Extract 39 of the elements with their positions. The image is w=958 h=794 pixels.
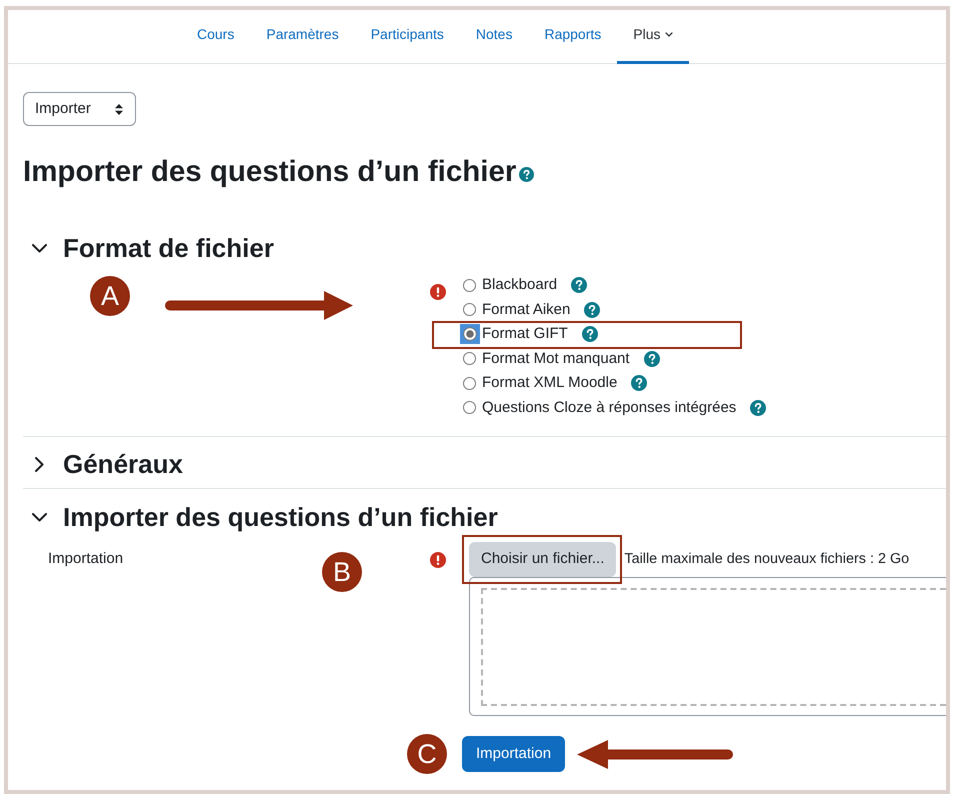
help-icon[interactable] bbox=[571, 277, 588, 294]
help-icon[interactable] bbox=[644, 350, 660, 367]
radio-label[interactable]: Blackboard bbox=[482, 274, 558, 296]
radio-button[interactable] bbox=[463, 376, 476, 390]
radio-label[interactable]: Format XML Moodle bbox=[482, 372, 618, 394]
radio-label[interactable]: Format Mot manquant bbox=[482, 348, 630, 370]
nav-tab[interactable]: Plus bbox=[617, 10, 688, 64]
help-icon[interactable] bbox=[582, 326, 598, 342]
step-marker: B bbox=[322, 552, 362, 592]
max-size-text: Taille maximale des nouveaux fichiers : 2 Go bbox=[624, 550, 910, 569]
choose-file-button[interactable]: Choisir un fichier... bbox=[469, 542, 616, 577]
nav-tab[interactable]: Cours bbox=[181, 10, 250, 64]
nav-tab[interactable]: Paramètres bbox=[250, 10, 355, 64]
chevron-down-icon bbox=[664, 32, 672, 37]
help-icon[interactable] bbox=[631, 375, 648, 392]
radio-button[interactable] bbox=[463, 278, 476, 292]
radio-button[interactable] bbox=[463, 303, 476, 316]
section-toggle[interactable]: Généraux bbox=[32, 446, 183, 482]
sort-caret-icon bbox=[115, 104, 123, 114]
action-select[interactable]: Importer bbox=[23, 92, 136, 126]
radio-label[interactable]: Questions Cloze à réponses intégrées bbox=[482, 396, 736, 419]
radio-button[interactable] bbox=[463, 352, 476, 366]
nav-tab[interactable]: Notes bbox=[460, 10, 528, 64]
help-icon[interactable] bbox=[584, 302, 600, 318]
import-button[interactable]: Importation bbox=[462, 736, 566, 772]
nav-tab[interactable]: Participants bbox=[354, 10, 460, 64]
section-toggle[interactable]: Importer des questions d’un fichier bbox=[32, 499, 498, 535]
field-label: Importation bbox=[48, 549, 124, 570]
help-icon[interactable] bbox=[519, 166, 534, 182]
radio-label[interactable]: Format Aiken bbox=[482, 298, 570, 321]
nav-tab[interactable]: Rapports bbox=[528, 10, 618, 64]
radio-button[interactable] bbox=[463, 401, 476, 414]
radio-label[interactable]: Format GIFT bbox=[482, 323, 568, 346]
section-toggle[interactable]: Format de fichier bbox=[32, 230, 274, 266]
page-title: Importer des questions d’un fichier bbox=[23, 154, 516, 190]
step-marker: C bbox=[407, 734, 447, 774]
radio-button[interactable] bbox=[460, 324, 480, 344]
step-marker: A bbox=[90, 276, 130, 316]
help-icon[interactable] bbox=[750, 400, 766, 416]
